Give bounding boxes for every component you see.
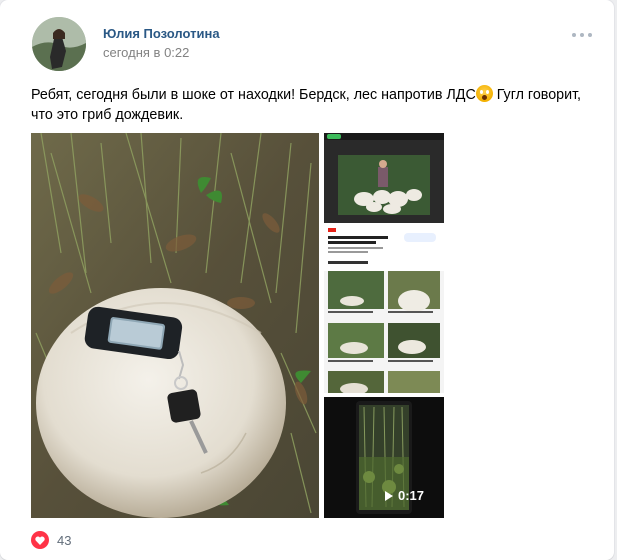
- more-options-icon[interactable]: [572, 31, 592, 39]
- post-text-part: Ребят, сегодня были в шоке от находки! Б…: [31, 87, 476, 103]
- author-name[interactable]: Юлия Позолотина: [103, 26, 220, 41]
- play-icon: [385, 490, 393, 501]
- screenshot-photo[interactable]: [324, 133, 444, 393]
- avatar[interactable]: [32, 17, 86, 71]
- like-button[interactable]: 43: [31, 530, 71, 550]
- scream-emoji-icon: [475, 85, 493, 102]
- post-time[interactable]: сегодня в 0:22: [103, 45, 189, 60]
- post-text: Ребят, сегодня были в шоке от находки! Б…: [31, 85, 591, 125]
- likes-count: 43: [57, 532, 72, 548]
- heart-icon: [31, 531, 49, 549]
- video-duration: 0:17: [385, 488, 424, 503]
- video-duration-label: 0:17: [398, 488, 425, 503]
- post-card: Юлия Позолотина сегодня в 0:22 Ребят, се…: [0, 0, 614, 560]
- main-photo[interactable]: [31, 133, 319, 518]
- video-thumbnail[interactable]: [324, 397, 444, 518]
